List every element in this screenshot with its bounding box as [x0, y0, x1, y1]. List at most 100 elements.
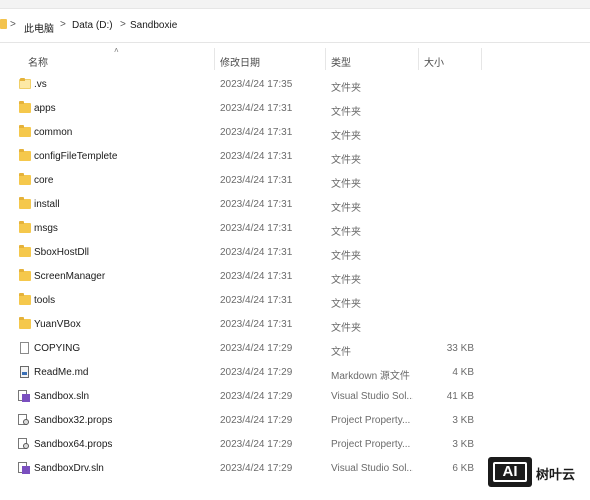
- file-type: 文件夹: [331, 251, 361, 262]
- file-size: 33 KB: [446, 343, 474, 354]
- file-size: 41 KB: [446, 391, 474, 402]
- file-row[interactable]: Sandbox.sln 2023/4/24 17:29 Visual Studio …: [0, 385, 590, 409]
- column-header-size[interactable]: 大小: [424, 54, 444, 69]
- file-name: COPYING: [34, 343, 81, 354]
- folder-icon: [19, 197, 31, 209]
- folder-icon: [19, 269, 31, 281]
- file-date: 2023/4/24 17:29: [220, 463, 293, 474]
- file-size: 3 KB: [452, 439, 474, 450]
- file-name: msgs: [34, 223, 58, 234]
- breadcrumb-this-pc[interactable]: 此电脑: [24, 20, 54, 35]
- visual-studio-solution-icon: [18, 390, 30, 402]
- file-name: Sandbox32.props: [34, 415, 113, 426]
- file-name: common: [34, 127, 73, 138]
- file-name: core: [34, 175, 54, 186]
- file-size: 4 KB: [452, 367, 474, 378]
- file-type: 文件夹: [331, 323, 361, 334]
- folder-icon: [19, 245, 31, 257]
- file-date: 2023/4/24 17:31: [220, 247, 293, 258]
- column-divider[interactable]: [214, 48, 215, 70]
- file-row[interactable]: apps 2023/4/24 17:31 文件夹: [0, 97, 590, 121]
- watermark-text: 树叶云: [536, 467, 576, 482]
- file-type: 文件夹: [331, 275, 361, 286]
- file-row[interactable]: install 2023/4/24 17:31 文件夹: [0, 193, 590, 217]
- column-divider[interactable]: [418, 48, 419, 70]
- folder-icon: [0, 19, 7, 29]
- file-row[interactable]: ScreenManager 2023/4/24 17:31 文件夹: [0, 265, 590, 289]
- file-row[interactable]: Sandbox32.props 2023/4/24 17:29 Project Pr…: [0, 409, 590, 433]
- file-type: Visual Studio Sol...: [331, 463, 413, 474]
- file-name: SboxHostDll: [34, 247, 90, 258]
- file-type: 文件夹: [331, 107, 361, 118]
- markdown-file-icon: [20, 366, 29, 378]
- sort-ascending-icon: ˄: [114, 46, 119, 55]
- file-row[interactable]: configFileTemplete 2023/4/24 17:31 文件夹: [0, 145, 590, 169]
- file-date: 2023/4/24 17:31: [220, 223, 293, 234]
- file-row[interactable]: tools 2023/4/24 17:31 文件夹: [0, 289, 590, 313]
- file-type: Visual Studio Sol...: [331, 391, 413, 402]
- column-header-name[interactable]: 名称: [28, 54, 48, 69]
- folder-icon: [19, 221, 31, 233]
- file-type: 文件夹: [331, 203, 361, 214]
- address-bar[interactable]: > 此电脑 > Data (D:) > Sandboxie: [0, 9, 590, 43]
- file-date: 2023/4/24 17:31: [220, 319, 293, 330]
- column-divider[interactable]: [325, 48, 326, 70]
- file-date: 2023/4/24 17:29: [220, 439, 293, 450]
- visual-studio-solution-icon: [18, 462, 30, 474]
- file-name: configFileTemplete: [34, 151, 118, 162]
- file-name: Sandbox.sln: [34, 391, 90, 402]
- file-name: apps: [34, 103, 56, 114]
- file-name: SandboxDrv.sln: [34, 463, 104, 474]
- file-name: tools: [34, 295, 56, 306]
- file-name: .vs: [34, 79, 47, 90]
- file-name: ScreenManager: [34, 271, 106, 282]
- file-icon: [20, 342, 29, 354]
- file-row[interactable]: ReadMe.md 2023/4/24 17:29 Markdown 源文件 4 KB: [0, 361, 590, 385]
- folder-icon: [19, 149, 31, 161]
- file-name: Sandbox64.props: [34, 439, 113, 450]
- file-row[interactable]: YuanVBox 2023/4/24 17:31 文件夹: [0, 313, 590, 337]
- chevron-right-icon[interactable]: >: [10, 19, 16, 30]
- file-date: 2023/4/24 17:31: [220, 151, 293, 162]
- file-list: .vs 2023/4/24 17:35 文件夹 apps 2023/4/24 17:3…: [0, 73, 590, 481]
- file-date: 2023/4/24 17:35: [220, 79, 293, 90]
- file-row[interactable]: SboxHostDll 2023/4/24 17:31 文件夹: [0, 241, 590, 265]
- folder-icon: [19, 125, 31, 137]
- column-divider[interactable]: [481, 48, 482, 70]
- folder-icon: [19, 317, 31, 329]
- column-header-row: ˄ 名称 修改日期 类型 大小: [0, 44, 590, 73]
- file-type: 文件夹: [331, 179, 361, 190]
- window-top-strip: [0, 0, 590, 9]
- file-type: 文件夹: [331, 227, 361, 238]
- chevron-right-icon[interactable]: >: [60, 19, 66, 30]
- file-size: 3 KB: [452, 415, 474, 426]
- column-header-type[interactable]: 类型: [331, 54, 351, 69]
- file-date: 2023/4/24 17:31: [220, 295, 293, 306]
- file-date: 2023/4/24 17:31: [220, 199, 293, 210]
- file-row[interactable]: COPYING 2023/4/24 17:29 文件 33 KB: [0, 337, 590, 361]
- props-file-icon: [18, 414, 30, 426]
- folder-open-icon: [19, 78, 31, 89]
- breadcrumb-sandboxie[interactable]: Sandboxie: [130, 20, 177, 31]
- file-date: 2023/4/24 17:31: [220, 103, 293, 114]
- breadcrumb-data-drive[interactable]: Data (D:): [72, 20, 113, 31]
- file-type: Markdown 源文件: [331, 371, 410, 382]
- file-row[interactable]: Sandbox64.props 2023/4/24 17:29 Project Pr…: [0, 433, 590, 457]
- file-row[interactable]: common 2023/4/24 17:31 文件夹: [0, 121, 590, 145]
- column-header-date[interactable]: 修改日期: [220, 54, 260, 69]
- file-type: 文件夹: [331, 83, 361, 94]
- folder-icon: [19, 101, 31, 113]
- file-row[interactable]: core 2023/4/24 17:31 文件夹: [0, 169, 590, 193]
- file-date: 2023/4/24 17:31: [220, 271, 293, 282]
- ai-badge: AI: [488, 457, 532, 487]
- ai-badge-frame: [493, 462, 527, 482]
- file-row[interactable]: .vs 2023/4/24 17:35 文件夹: [0, 73, 590, 97]
- file-name: ReadMe.md: [34, 367, 89, 378]
- chevron-right-icon[interactable]: >: [120, 19, 126, 30]
- folder-icon: [19, 293, 31, 305]
- file-row[interactable]: msgs 2023/4/24 17:31 文件夹: [0, 217, 590, 241]
- file-date: 2023/4/24 17:29: [220, 391, 293, 402]
- file-type: 文件夹: [331, 131, 361, 142]
- file-date: 2023/4/24 17:31: [220, 175, 293, 186]
- file-type: 文件夹: [331, 299, 361, 310]
